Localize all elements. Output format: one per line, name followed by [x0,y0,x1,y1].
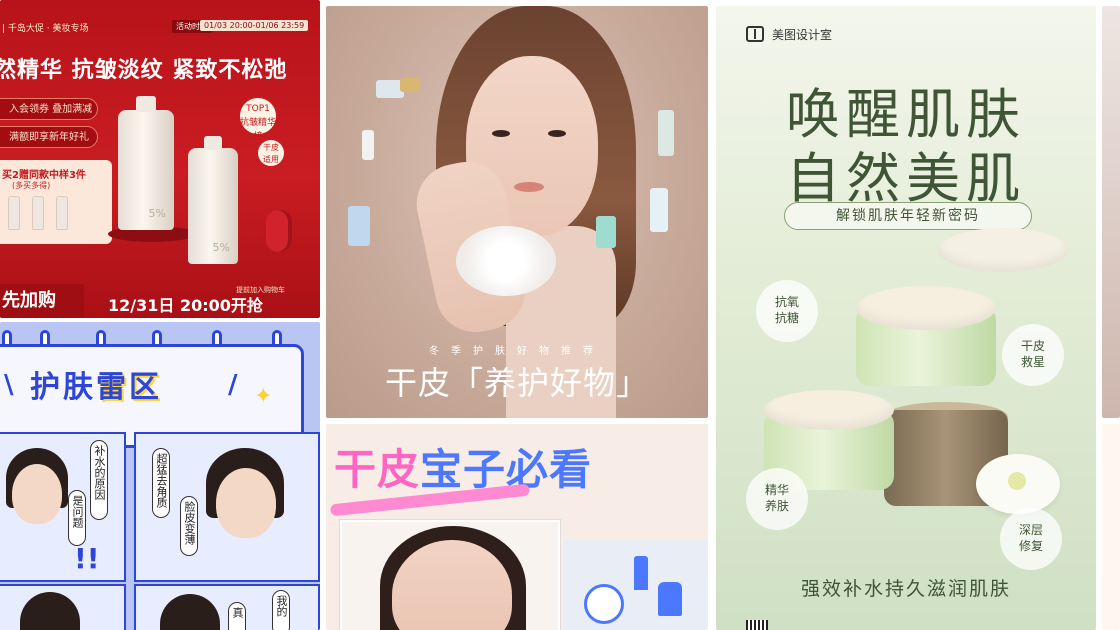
comic-panel-1: 补水的原因 是问题 [0,432,126,582]
speech-bubble-4: 脸皮变薄 [180,496,198,556]
card2-title-b: 雷区 [96,370,162,405]
floating-lid [938,228,1068,272]
next-card-sliver-top[interactable] [1102,6,1120,418]
essence-bottle-icon [596,216,616,248]
eye-right [548,130,566,137]
speech-bubble-1: 补水的原因 [90,440,108,520]
bottle-percent-label: 5% [148,207,166,220]
face-shape [12,464,62,524]
card5-brand: 美图设计室 [772,28,833,42]
serum-bottle-small: 5% [188,136,238,264]
card5-footer: 强效补水持久滋润肌肤 [800,578,1011,600]
card4-title-pink: 干皮 [334,445,421,494]
small-jar-icon [400,78,420,92]
promo-card-red[interactable]: | 千岛大促 · 美妆专场 活动时间 01/03 20:00-01/06 23:… [0,0,320,318]
card5-tagline: 解锁肌肤年轻新密码 [784,202,1032,230]
white-scrunchie [456,226,556,296]
qr-code-icon [746,620,768,630]
bottle-percent-label: 5% [212,241,230,254]
serum-bottle-large: 5% [118,96,174,230]
face-shape [216,468,276,538]
card1-perk-gift: 满额即享新年好礼 [0,126,98,148]
wake-skin-card[interactable]: 美图设计室 唤醒肌肤 自然美肌 解锁肌肤年轻新密码 抗氧 抗糖 干皮 救星 精华 养肤… [716,6,1096,630]
card1-promo-sub: (多买多得) [12,181,51,190]
card3-title: 干皮「养护好物」 [384,364,649,402]
must-read-card[interactable]: 干皮宝子必看 [326,424,708,630]
card1-promo-box: 买2赠同款中样3件 (多买多得) [0,160,112,244]
model-lips [514,182,544,192]
benefit-essence: 精华 养肤 [746,468,808,530]
comic-panel-2: 超猛去角质 脸皮变薄 [134,432,320,582]
mini-bottle-icon [56,196,68,230]
tube-icon-right [650,188,668,232]
card2-title-a: 护肤 [30,370,96,405]
pump-cap [136,96,156,112]
speech-bubble-3: 超猛去角质 [152,448,170,518]
hair-shape [20,592,80,630]
benefit-antioxidant: 抗氧 抗糖 [756,280,818,342]
cream-surface-bottom [764,390,894,430]
pump-cap [204,136,222,150]
benefit-dry-skin: 干皮 救星 [1002,324,1064,386]
flower-center [1008,472,1026,490]
card1-event-time: 01/03 20:00-01/06 23:59 [200,20,309,31]
speech-bubble-6: 真 [228,602,246,630]
tube-icon [362,130,374,160]
card4-title: 干皮宝子必看 [334,436,592,497]
card1-brand: | 千岛大促 · 美妆专场 [2,24,89,34]
card3-subtitle: 冬季护肤好物推荐 [429,346,605,357]
exclamation-mark: !! [74,542,100,575]
pitfalls-card-blue[interactable]: \ 护肤雷区 / ✦ 补水的原因 是问题 超猛去角质 脸皮变薄 真 我的 !! [0,322,320,630]
title-slash-left: \ [4,370,14,400]
serum-bottle-blue-icon [348,206,370,246]
compact-icon [584,584,624,624]
brand-logo-icon [746,26,764,42]
winter-skincare-card[interactable]: 冬季护肤好物推荐 干皮「养护好物」 [326,6,708,418]
card1-perk-coupon: 入会领券 叠加满减 [0,98,98,120]
lantern-decoration [266,210,292,252]
model-photo [340,520,560,630]
title-slash-right: / [228,370,238,400]
dry-skin-badge: 干皮 适用 [258,140,284,166]
speech-bubble-5: 我的 [272,590,290,630]
benefit-repair: 深层 修复 [1000,508,1062,570]
card1-promo-title: 买2赠同款中样3件 [2,170,86,181]
cart-note: 提前加入购物车 [236,286,285,294]
comic-panel-3 [0,584,126,630]
lipstick-icon [634,556,648,590]
next-card-sliver-bottom[interactable] [1102,424,1120,630]
sale-start-date: 12/31日 20:00开抢 [108,296,263,315]
toner-bottle-icon [658,110,674,156]
cream-surface-top [856,286,996,330]
card2-title: 护肤雷区 [30,362,162,406]
comic-panel-4: 真 我的 [134,584,320,630]
add-to-cart-label: 先加购 [0,284,84,318]
bottle-icon [658,582,682,616]
mini-bottle-icon [32,196,44,230]
mini-bottle-icon [8,196,20,230]
hair-shape [160,594,220,630]
top1-badge: TOP1 抗皱精华榜 [238,96,278,142]
sparkle-icon: ✦ [254,384,273,409]
speech-bubble-2: 是问题 [68,490,86,546]
card1-headline: 然精华 抗皱淡纹 紧致不松弛 [0,58,288,83]
eye-left [492,130,510,137]
